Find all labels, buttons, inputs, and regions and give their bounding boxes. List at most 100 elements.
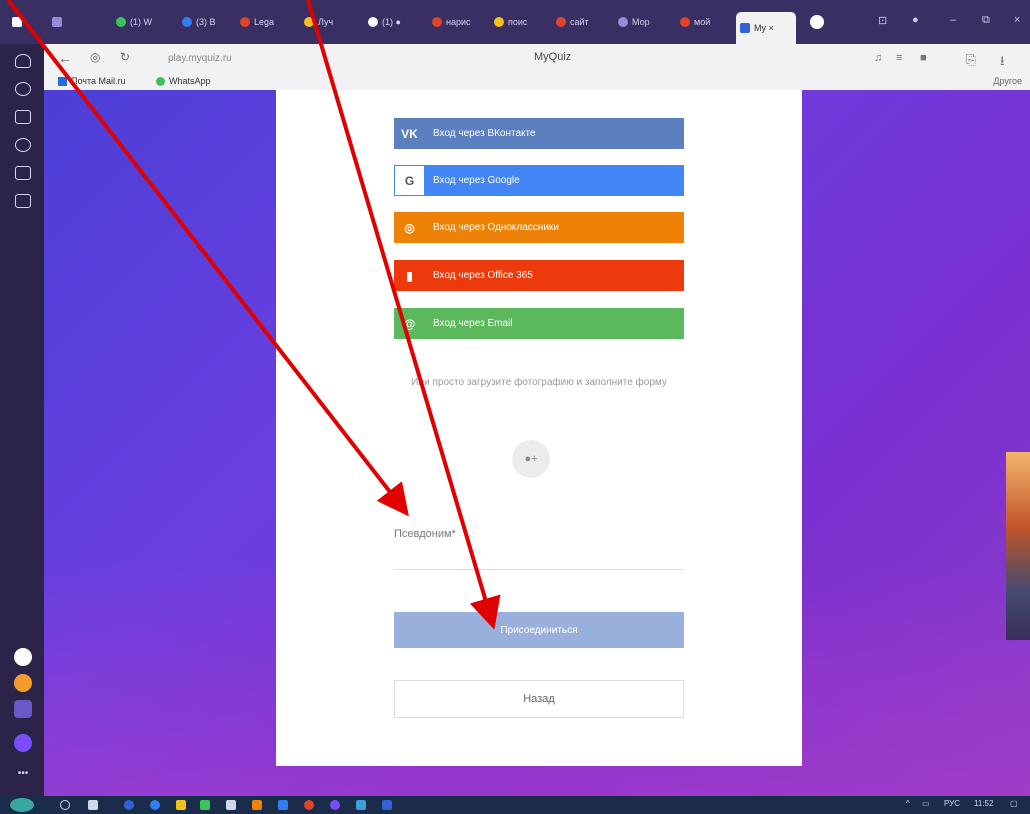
upload-hint-text: Или просто загрузите фотографию и заполн… — [411, 377, 667, 388]
restore-icon[interactable]: ⧉ — [982, 14, 990, 27]
tab-item[interactable]: (3) В — [178, 10, 230, 34]
nickname-label: Псевдоним* — [394, 528, 456, 540]
tab-item[interactable]: Луч — [300, 10, 352, 34]
email-icon: @ — [403, 316, 416, 331]
add-app-icon[interactable] — [14, 700, 32, 718]
collections-icon[interactable] — [15, 110, 31, 124]
screenshot-icon[interactable] — [15, 166, 31, 180]
tab-item[interactable]: поис — [490, 10, 542, 34]
tab-favicon-icon — [618, 17, 628, 27]
taskbar-app-icon[interactable] — [124, 800, 134, 810]
join-button[interactable]: Присоединиться — [394, 612, 684, 648]
notes-icon[interactable] — [15, 194, 31, 208]
side-thumbnail-image — [1006, 452, 1030, 640]
tab-item[interactable]: Lega — [236, 10, 288, 34]
tab-active[interactable]: My × — [736, 12, 796, 44]
tab-item[interactable]: нарис — [428, 10, 480, 34]
more-icon[interactable]: ••• — [14, 768, 32, 786]
office-icon: ▮ — [406, 268, 413, 283]
taskbar-app-icon[interactable] — [330, 800, 340, 810]
bookmark-list-icon[interactable]: ≡ — [896, 52, 902, 64]
taskbar-app-icon[interactable] — [252, 800, 262, 810]
tab-item[interactable]: сайт — [552, 10, 604, 34]
bookmark-whatsapp[interactable]: WhatsApp — [156, 76, 211, 86]
tab-favicon-icon — [368, 17, 378, 27]
bookmark-mail[interactable]: Почта Mail.ru — [58, 76, 126, 86]
bookmarks-bar: Почта Mail.ru WhatsApp Другое — [44, 74, 1030, 90]
search-icon[interactable] — [60, 800, 70, 810]
reader-icon[interactable]: ♫ — [874, 52, 882, 64]
login-card: VK Вход через ВКонтакте G Вход через Goo… — [276, 90, 802, 766]
reload-icon[interactable]: ↻ — [120, 50, 130, 64]
file-explorer-icon[interactable] — [176, 800, 186, 810]
page-background: VK Вход через ВКонтакте G Вход через Goo… — [44, 90, 1030, 796]
taskbar-app-icon[interactable] — [278, 800, 288, 810]
start-icon[interactable] — [10, 798, 34, 812]
taskbar-app-icon[interactable] — [382, 800, 392, 810]
app-shortcut-icon[interactable] — [14, 648, 32, 666]
login-odnoklassniki-button[interactable]: ◎ Вход через Одноклассники — [394, 212, 684, 243]
tab-favicon-icon — [304, 17, 314, 27]
notifications-icon[interactable] — [15, 54, 31, 68]
tab-favicon-icon — [240, 17, 250, 27]
alice-icon[interactable] — [14, 734, 32, 752]
page-title: MyQuiz — [534, 51, 572, 63]
share-icon[interactable]: ⎘ — [966, 52, 976, 68]
nickname-input[interactable] — [394, 542, 684, 570]
tab-favicon-icon — [556, 17, 566, 27]
tab-favicon-icon — [182, 17, 192, 27]
bookmarks-other[interactable]: Другое — [993, 76, 1022, 86]
add-photo-button[interactable]: ●+ — [512, 440, 550, 478]
downloads-icon[interactable]: ⊡ — [878, 14, 887, 27]
taskbar-app-icon[interactable] — [356, 800, 366, 810]
tab-item[interactable]: (1) W — [112, 10, 164, 34]
network-icon[interactable]: ▭ — [922, 799, 930, 808]
login-email-button[interactable]: @ Вход через Email — [394, 308, 684, 339]
language-indicator[interactable]: РУС — [944, 799, 960, 808]
mail-icon — [58, 76, 67, 86]
back-button[interactable]: Назад — [394, 680, 684, 718]
tab-favicon-icon — [116, 17, 126, 27]
google-icon: G — [395, 166, 424, 195]
tab-item[interactable]: мой — [676, 10, 728, 34]
tab-favicon-icon — [432, 17, 442, 27]
add-user-icon: ●+ — [524, 453, 538, 465]
notifications-center-icon[interactable]: ▢ — [1010, 799, 1018, 808]
taskbar-app-icon[interactable] — [226, 800, 236, 810]
bookmark-icon[interactable]: ■ — [920, 52, 927, 64]
extension-icon[interactable]: ● — [912, 14, 919, 26]
tab-list-icon[interactable] — [48, 10, 62, 34]
taskbar-app-icon[interactable] — [150, 800, 160, 810]
tab-item[interactable]: (1) ● — [364, 10, 416, 34]
browser-menu-icon[interactable] — [8, 10, 34, 34]
login-google-button[interactable]: G Вход через Google — [394, 165, 684, 196]
odnoklassniki-icon: ◎ — [404, 220, 415, 235]
taskbar-app-icon[interactable] — [304, 800, 314, 810]
plus-icon — [810, 15, 824, 29]
close-window-icon[interactable]: × — [1014, 14, 1020, 26]
download-icon[interactable]: ⭳ — [1000, 52, 1005, 74]
browser-sidebar: ••• — [0, 44, 44, 796]
url-field[interactable]: play.myquiz.ru — [154, 50, 404, 68]
history-icon[interactable] — [15, 82, 31, 96]
login-office-button[interactable]: ▮ Вход через Office 365 — [394, 260, 684, 291]
back-arrow-icon[interactable]: ← — [58, 50, 72, 66]
whatsapp-icon — [156, 76, 165, 86]
app-shortcut-icon[interactable] — [14, 674, 32, 692]
vk-icon: VK — [401, 126, 418, 141]
minimize-icon[interactable]: – — [950, 14, 956, 26]
tab-favicon-icon — [740, 23, 750, 33]
player-icon[interactable] — [15, 138, 31, 152]
tab-favicon-icon — [494, 17, 504, 27]
browser-tab-strip: (1) W (3) В Lega Луч (1) ● нарис поис са… — [0, 0, 1030, 44]
task-view-icon[interactable] — [88, 800, 98, 810]
login-vk-button[interactable]: VK Вход через ВКонтакте — [394, 118, 684, 149]
address-bar: ← ◎ ↻ play.myquiz.ru MyQuiz ♫ ≡ ■ ⎘ ⭳ — [44, 44, 1030, 74]
tab-item[interactable]: Мор — [614, 10, 666, 34]
tab-favicon-icon — [680, 17, 690, 27]
protect-icon[interactable]: ◎ — [90, 50, 100, 64]
taskbar-app-icon[interactable] — [200, 800, 210, 810]
tray-chevron-icon[interactable]: ^ — [906, 799, 910, 808]
clock[interactable]: 11:52 — [974, 799, 993, 808]
new-tab-button[interactable] — [806, 10, 826, 34]
